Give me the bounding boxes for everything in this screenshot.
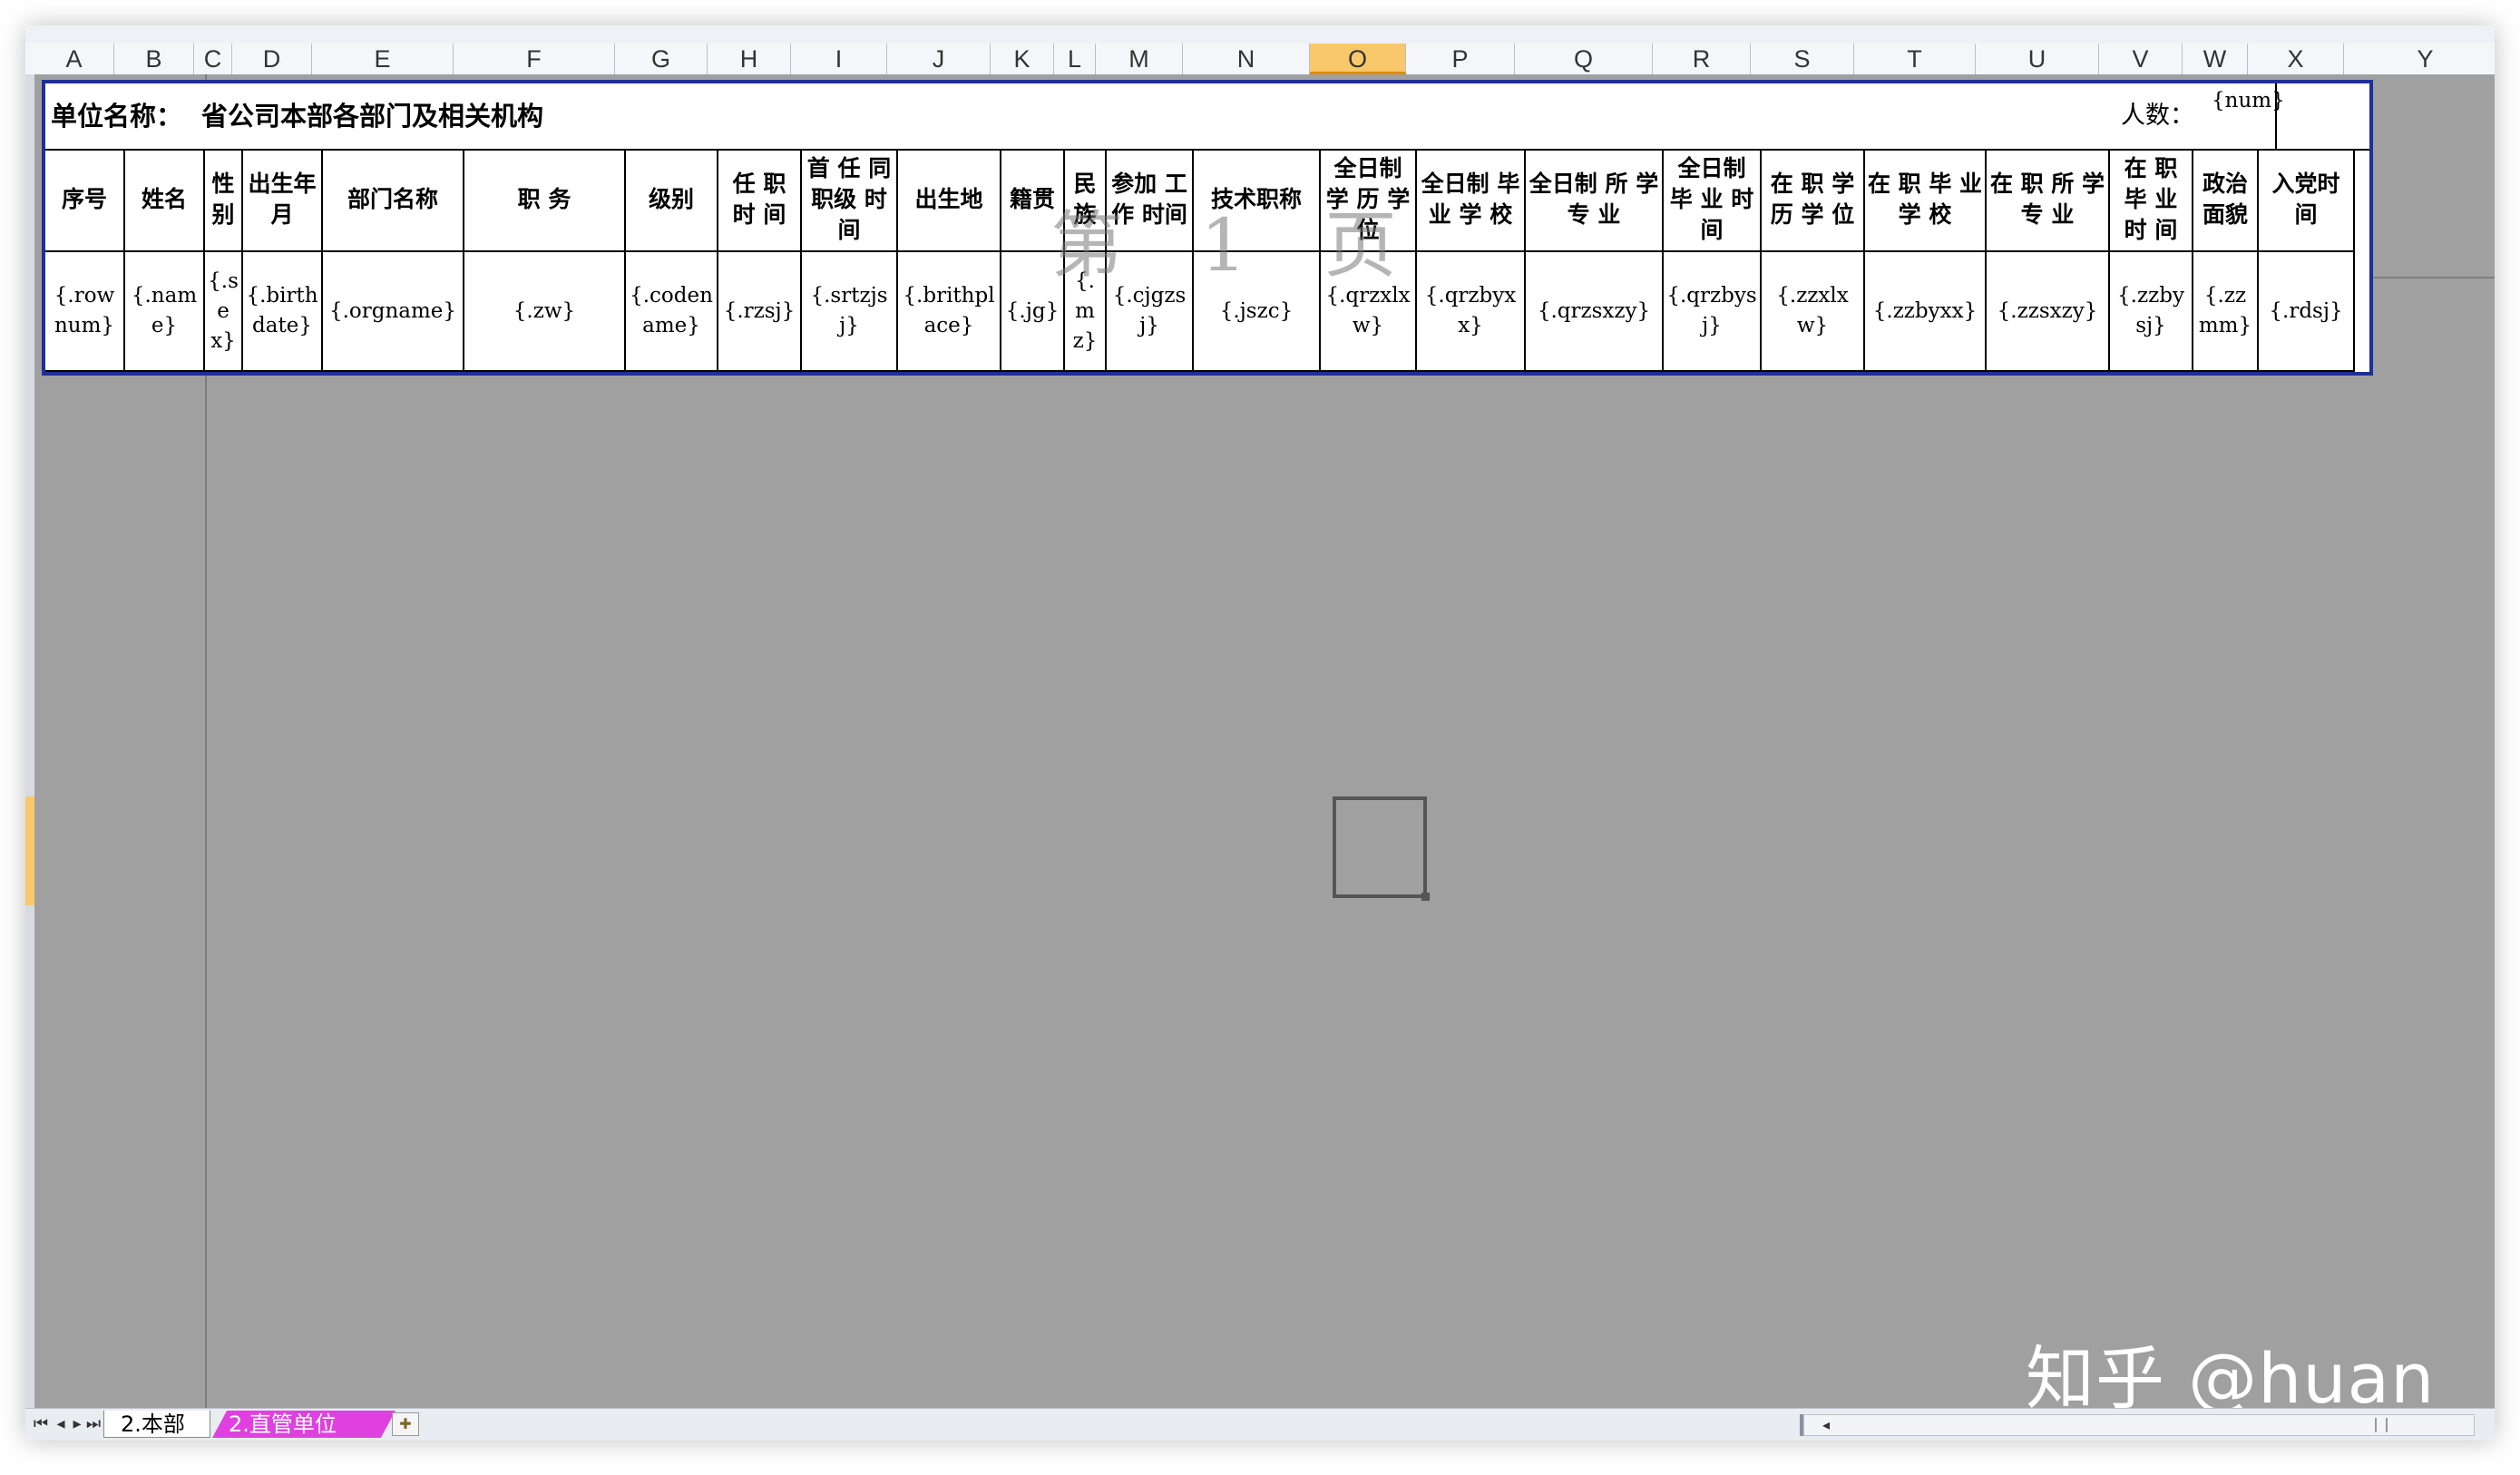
sheet-tab-zhiguan[interactable]: 2.直管单位: [212, 1411, 396, 1438]
column-header-a[interactable]: A: [34, 44, 114, 74]
scrollbar-grip-icon[interactable]: [2375, 1418, 2388, 1432]
field-cell[interactable]: {.zzxlxw}: [1762, 252, 1865, 372]
column-header-c[interactable]: C: [194, 44, 232, 74]
header-cell[interactable]: 出生地: [898, 149, 1001, 252]
column-header-bar: ABCDEFGHIJKLMNOPQRSTUVWXY: [25, 44, 2495, 75]
column-header-x[interactable]: X: [2248, 44, 2344, 74]
field-cell[interactable]: {.qrzbysj}: [1664, 252, 1762, 372]
count-value[interactable]: {num}: [2212, 87, 2285, 114]
top-strip: [25, 25, 2495, 44]
field-cell[interactable]: {.codename}: [626, 252, 718, 372]
field-cell[interactable]: {.rzsj}: [718, 252, 802, 372]
print-area-table: 单位名称： 省公司本部各部门及相关机构 人数： {num} 序号 {.rownum…: [42, 80, 2373, 376]
header-cell[interactable]: 级别: [626, 149, 718, 252]
header-cell[interactable]: 姓名: [125, 149, 205, 252]
field-cell[interactable]: {.jg}: [1001, 252, 1065, 372]
header-cell[interactable]: 籍贯: [1001, 149, 1065, 252]
column-header-f[interactable]: F: [454, 44, 615, 74]
field-cell[interactable]: {.zzmm}: [2193, 252, 2259, 372]
unit-row-divider: [2275, 83, 2277, 149]
header-cell[interactable]: 技术职称: [1194, 149, 1321, 252]
column-header-n[interactable]: N: [1183, 44, 1310, 74]
header-cell[interactable]: 全日制 毕 业 学 校: [1417, 149, 1526, 252]
header-cell[interactable]: 在 职 所 学 专 业: [1987, 149, 2110, 252]
header-cell[interactable]: 全日制 毕 业 时 间: [1664, 149, 1762, 252]
column-header-j[interactable]: J: [887, 44, 991, 74]
insert-sheet-icon[interactable]: ✚: [392, 1412, 419, 1436]
header-cell[interactable]: 首 任 同职级 时 间: [802, 149, 898, 252]
field-cell[interactable]: {.jszc}: [1194, 252, 1321, 372]
field-cell[interactable]: {.qrzsxzy}: [1526, 252, 1664, 372]
count-label: 人数：: [2121, 102, 2194, 130]
column-header-s[interactable]: S: [1751, 44, 1854, 74]
unit-value[interactable]: 省公司本部各部门及相关机构: [201, 83, 543, 149]
field-cell[interactable]: {.orgname}: [323, 252, 464, 372]
row-header-gutter: [25, 74, 34, 1439]
field-cell[interactable]: {.cjgzsj}: [1107, 252, 1194, 372]
field-cell[interactable]: {.qrzbyxx}: [1417, 252, 1526, 372]
column-header-u[interactable]: U: [1976, 44, 2099, 74]
header-cell[interactable]: 在 职 毕 业 学 校: [1865, 149, 1987, 252]
column-header-g[interactable]: G: [615, 44, 708, 74]
column-header-h[interactable]: H: [708, 44, 791, 74]
header-cell[interactable]: 职 务: [464, 149, 626, 252]
field-cell[interactable]: {.srtzjsj}: [802, 252, 898, 372]
header-cell[interactable]: 入党时 间: [2259, 149, 2355, 252]
header-cell[interactable]: 部门名称: [323, 149, 464, 252]
column-header-o[interactable]: O: [1310, 44, 1406, 74]
column-header-w[interactable]: W: [2183, 44, 2248, 74]
column-header-k[interactable]: K: [991, 44, 1054, 74]
header-cell[interactable]: 在 职 学 历 学 位: [1762, 149, 1865, 252]
header-cell[interactable]: 全日制 所 学 专 业: [1526, 149, 1664, 252]
field-cell[interactable]: {.birthdate}: [243, 252, 323, 372]
field-cell[interactable]: {.brithplace}: [898, 252, 1001, 372]
sheet-tab-bar: ⏮ ◂ ▸ ⏭ 2.本部 2.直管单位 ✚ ◂: [25, 1408, 2495, 1441]
header-cell[interactable]: 任 职 时 间: [718, 149, 802, 252]
column-header-y[interactable]: Y: [2344, 44, 2495, 74]
header-cell[interactable]: 民族: [1065, 149, 1107, 252]
column-header-d[interactable]: D: [232, 44, 312, 74]
header-cell[interactable]: 序号: [45, 149, 125, 252]
unit-label: 单位名称：: [51, 101, 183, 132]
field-cell[interactable]: {.sex}: [205, 252, 243, 372]
spreadsheet-window: ABCDEFGHIJKLMNOPQRSTUVWXY 单位名称： 省公司本部各部门…: [25, 25, 2495, 1441]
field-cell[interactable]: {.rownum}: [45, 252, 125, 372]
column-header-m[interactable]: M: [1096, 44, 1183, 74]
header-cell[interactable]: 出生年月: [243, 149, 323, 252]
field-cell[interactable]: {.mz}: [1065, 252, 1107, 372]
first-sheet-icon[interactable]: ⏮: [31, 1412, 51, 1436]
header-cell[interactable]: 政治 面貌: [2193, 149, 2259, 252]
header-cell[interactable]: 参加 工作 时间: [1107, 149, 1194, 252]
header-cell[interactable]: 全日制 学 历 学 位: [1321, 149, 1417, 252]
last-sheet-icon[interactable]: ⏭: [83, 1412, 103, 1436]
column-header-b[interactable]: B: [114, 44, 194, 74]
column-header-i[interactable]: I: [791, 44, 887, 74]
column-header-t[interactable]: T: [1854, 44, 1976, 74]
column-header-p[interactable]: P: [1406, 44, 1515, 74]
fill-handle[interactable]: [1421, 893, 1430, 901]
header-cell[interactable]: 在 职 毕 业 时 间: [2110, 149, 2193, 252]
column-header-l[interactable]: L: [1054, 44, 1096, 74]
field-cell[interactable]: {.zw}: [464, 252, 626, 372]
horizontal-scrollbar[interactable]: [1803, 1414, 2475, 1436]
field-cell[interactable]: {.rdsj}: [2259, 252, 2355, 372]
sheet-tab-benbu[interactable]: 2.本部: [103, 1411, 210, 1438]
scroll-left-icon[interactable]: ◂: [1818, 1414, 1834, 1436]
column-header-q[interactable]: Q: [1515, 44, 1653, 74]
field-cell[interactable]: {.zzbysj}: [2110, 252, 2193, 372]
field-cell[interactable]: {.zzsxzy}: [1987, 252, 2110, 372]
column-header-e[interactable]: E: [312, 44, 454, 74]
active-row-marker: [25, 796, 34, 905]
column-header-v[interactable]: V: [2099, 44, 2183, 74]
field-cell[interactable]: {.qrzxlxw}: [1321, 252, 1417, 372]
column-header-r[interactable]: R: [1653, 44, 1751, 74]
header-cell[interactable]: 性别: [205, 149, 243, 252]
selected-cell[interactable]: [1333, 796, 1427, 898]
field-cell[interactable]: {.name}: [125, 252, 205, 372]
unit-row: 单位名称： 省公司本部各部门及相关机构 人数： {num}: [45, 83, 2369, 151]
field-cell[interactable]: {.zzbyxx}: [1865, 252, 1987, 372]
